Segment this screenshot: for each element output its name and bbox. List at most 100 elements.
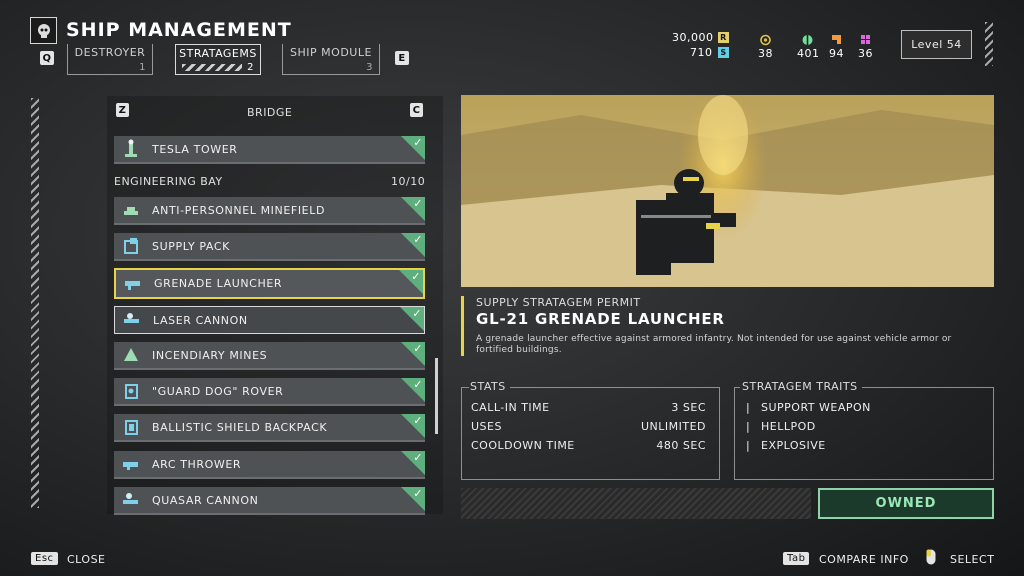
tab-key[interactable]: Tab — [783, 552, 810, 565]
owned-button[interactable]: OWNED — [818, 488, 994, 519]
trait-item: SUPPORT WEAPON — [761, 401, 871, 414]
checkmark-icon: ✓ — [413, 136, 423, 149]
quasar-cannon-icon — [118, 487, 144, 513]
supply-pack-icon — [118, 233, 144, 259]
trait-item: HELLPOD — [761, 420, 816, 433]
list-item-laser-cannon[interactable]: LASER CANNON ✓ — [114, 306, 425, 334]
rare-sample-icon — [831, 31, 842, 44]
list-item-guard-dog-rover[interactable]: "GUARD DOG" ROVER ✓ — [114, 378, 425, 406]
stratagem-preview-image — [461, 95, 994, 287]
escape-key[interactable]: Esc — [31, 552, 58, 565]
tab-stratagems[interactable]: STRATAGEMS 2 — [175, 44, 261, 75]
requisition-amount: 30,000 — [672, 31, 714, 44]
panel-border — [510, 387, 720, 388]
checkmark-icon: ✓ — [413, 378, 423, 391]
list-item-label: LASER CANNON — [153, 313, 248, 327]
close-button[interactable]: CLOSE — [67, 553, 106, 566]
section-title-bridge: BRIDGE — [247, 106, 293, 119]
checkmark-icon: ✓ — [413, 414, 423, 427]
tab-destroyer[interactable]: DESTROYER 1 — [67, 44, 153, 75]
list-item-supply-pack[interactable]: SUPPLY PACK ✓ — [114, 233, 425, 261]
super-samples-amount: 36 — [858, 47, 873, 60]
active-tab-stripe — [182, 64, 242, 71]
helldivers-skull-logo — [30, 17, 57, 44]
list-item-label: TESLA TOWER — [152, 142, 238, 156]
next-category-key[interactable]: C — [410, 103, 423, 117]
checkmark-icon: ✓ — [413, 197, 423, 210]
list-item-label: INCENDIARY MINES — [152, 348, 268, 362]
incendiary-mines-icon — [118, 342, 144, 368]
tab-number: 1 — [139, 62, 146, 73]
list-item-label: "GUARD DOG" ROVER — [152, 384, 284, 398]
tab-label: STRATAGEMS — [179, 47, 257, 60]
rare-samples-amount: 94 — [829, 47, 844, 60]
list-item-label: GRENADE LAUNCHER — [154, 277, 283, 290]
super-sample-icon — [860, 31, 871, 44]
arc-thrower-icon — [118, 451, 144, 477]
ballistic-shield-icon — [118, 414, 144, 440]
stats-title: STATS — [470, 380, 506, 393]
tab-label: DESTROYER — [74, 46, 146, 59]
medals-amount: 38 — [758, 47, 773, 60]
stat-value: 480 SEC — [656, 439, 706, 452]
grenade-launcher-icon — [120, 271, 146, 297]
list-item-label: ANTI-PERSONNEL MINEFIELD — [152, 203, 326, 217]
minefield-icon — [118, 197, 144, 223]
super-credits-icon: S — [718, 47, 729, 58]
permit-accent-bar — [461, 296, 464, 356]
stat-label: USES — [471, 420, 502, 433]
compare-info-button[interactable]: COMPARE INFO — [819, 553, 909, 566]
stratagem-name: GL-21 GRENADE LAUNCHER — [476, 310, 725, 328]
guard-dog-rover-icon — [118, 378, 144, 404]
owned-hatch-decoration — [461, 488, 811, 519]
checkmark-icon: ✓ — [413, 487, 423, 500]
level-badge: Level 54 — [901, 30, 972, 59]
tab-number: 2 — [247, 62, 254, 73]
trait-bullet: | — [746, 439, 751, 452]
list-scrollbar[interactable] — [435, 358, 438, 434]
permit-type: SUPPLY STRATAGEM PERMIT — [476, 296, 641, 309]
select-button[interactable]: SELECT — [950, 553, 994, 566]
tesla-tower-icon — [118, 136, 144, 162]
panel-border — [862, 387, 994, 388]
tab-number: 3 — [366, 62, 373, 73]
left-rail-decoration — [31, 98, 39, 508]
stat-label: CALL-IN TIME — [471, 401, 550, 414]
checkmark-icon: ✓ — [411, 270, 421, 283]
header-hatch-decoration — [985, 22, 993, 66]
medal-icon — [760, 31, 771, 46]
panel-border — [461, 387, 469, 388]
list-item-ballistic-shield-backpack[interactable]: BALLISTIC SHIELD BACKPACK ✓ — [114, 414, 425, 442]
list-item-incendiary-mines[interactable]: INCENDIARY MINES ✓ — [114, 342, 425, 370]
tab-label: SHIP MODULE — [290, 46, 372, 59]
list-item-label: QUASAR CANNON — [152, 493, 259, 507]
stat-label: COOLDOWN TIME — [471, 439, 575, 452]
list-item-anti-personnel-minefield[interactable]: ANTI-PERSONNEL MINEFIELD ✓ — [114, 197, 425, 225]
list-item-arc-thrower[interactable]: ARC THROWER ✓ — [114, 451, 425, 479]
list-item-label: ARC THROWER — [152, 457, 242, 471]
stratagem-description: A grenade launcher effective against arm… — [476, 334, 952, 355]
list-item-grenade-launcher[interactable]: GRENADE LAUNCHER ✓ — [114, 268, 425, 299]
mouse-click-icon — [926, 549, 936, 565]
list-item-quasar-cannon[interactable]: QUASAR CANNON ✓ — [114, 487, 425, 515]
requisition-icon: R — [718, 32, 729, 43]
checkmark-icon: ✓ — [413, 233, 423, 246]
laser-cannon-icon — [119, 307, 145, 333]
super-credits-amount: 710 — [690, 46, 713, 59]
checkmark-icon: ✓ — [412, 307, 422, 320]
stat-value: UNLIMITED — [640, 420, 706, 433]
trait-bullet: | — [746, 401, 751, 414]
tab-ship-module[interactable]: SHIP MODULE 3 — [282, 44, 380, 75]
traits-title: STRATAGEM TRAITS — [742, 380, 858, 393]
prev-tab-key[interactable]: Q — [40, 51, 54, 65]
section-count: 10/10 — [391, 175, 426, 188]
list-item-tesla-tower[interactable]: TESLA TOWER ✓ — [114, 136, 425, 164]
next-tab-key[interactable]: E — [395, 51, 409, 65]
trait-item: EXPLOSIVE — [761, 439, 826, 452]
stat-value: 3 SEC — [671, 401, 706, 414]
list-item-label: BALLISTIC SHIELD BACKPACK — [152, 420, 328, 434]
list-item-label: SUPPLY PACK — [152, 239, 230, 253]
prev-category-key[interactable]: Z — [116, 103, 129, 117]
panel-border — [734, 387, 740, 388]
page-title: SHIP MANAGEMENT — [66, 19, 292, 41]
